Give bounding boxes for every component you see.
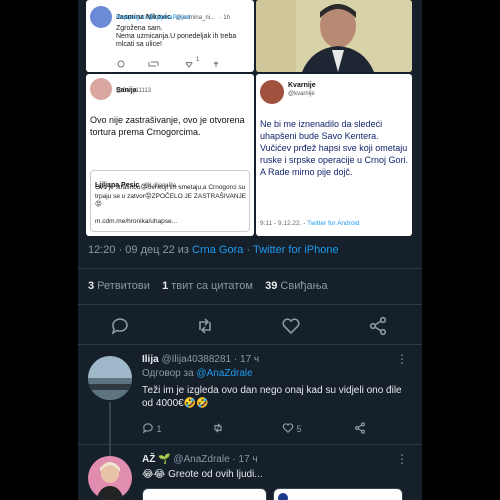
- reply-time: · 17 ч: [229, 454, 258, 465]
- like-icon[interactable]: [281, 316, 301, 336]
- reply-handle[interactable]: @AnaZdrale: [173, 454, 229, 465]
- retweet-button[interactable]: [212, 422, 224, 434]
- embedded-author: Kvarnije: [288, 82, 316, 89]
- reply-handle[interactable]: @Ilija40388281: [161, 354, 231, 365]
- tweet-client-link[interactable]: Twitter for iPhone: [253, 244, 339, 256]
- tweet-action-bar: [78, 316, 422, 336]
- divider: [78, 304, 422, 305]
- embedded-photo: [256, 0, 412, 72]
- embedded-handle: @Sany11113: [116, 88, 152, 94]
- tweet-location-link[interactable]: Crna Gora: [192, 244, 243, 256]
- reply-action-bar: 1 5: [142, 422, 402, 438]
- embedded-text-2: Nema uzmicanja.U ponedeljak ih treba: [116, 33, 237, 40]
- embedded-tweet-sanija: Sanija @Sany11113 Ovo nije zastrašivanje…: [86, 74, 254, 236]
- reply-icon[interactable]: [110, 316, 130, 336]
- reply-button[interactable]: 1: [142, 422, 162, 434]
- more-options-icon[interactable]: ⋮: [396, 452, 408, 466]
- tweet-stats: 3 Ретвитови 1 твит са цитатом 39 Свиђања: [88, 280, 328, 292]
- more-options-icon[interactable]: ⋮: [396, 352, 408, 366]
- quotes-stat[interactable]: 1 твит са цитатом: [162, 280, 253, 292]
- divider: [78, 444, 422, 445]
- tweet-time-date: 12:20 · 09 дец 22 из: [88, 244, 193, 256]
- reply-media-left[interactable]: [142, 488, 267, 500]
- like-icon: [282, 423, 294, 434]
- quote-link: m.cdm.me/hronika/uhapse...: [95, 218, 178, 225]
- embedded-text-1: Zgrožena sam.: [116, 25, 163, 32]
- divider: [78, 268, 422, 269]
- embedded-action-icons: [117, 60, 219, 68]
- embedded-time: 1h: [223, 15, 230, 21]
- embedded-meta-app: Twitter for Android: [307, 220, 360, 227]
- divider: [78, 344, 422, 345]
- reply-author-emoji: 🌱: [158, 454, 171, 465]
- reply-text: Теži im je izgleda ovo dan nego onaj kad…: [142, 385, 402, 409]
- reply-media-right[interactable]: [273, 488, 403, 500]
- embedded-meta-time: 9:11 - 9.12.22. -: [260, 220, 308, 227]
- embedded-tweet-kvarnije: Kvarnije @kvarnije Ne bi me iznenadilo d…: [256, 74, 412, 236]
- meta-separator: ·: [243, 244, 253, 256]
- retweets-stat[interactable]: 3 Ретвитови: [88, 280, 150, 292]
- embedded-text: Ovo nije zastrašivanje, ovo je otvorena …: [90, 115, 245, 137]
- tweet-panel: Jasmina Nikovic @jasmina_ni... · 1h Repl…: [78, 0, 422, 500]
- reply-text: 😂😂 Greote od ovih ljudi...: [142, 469, 263, 480]
- reply-header: AŽ 🌱 @AnaZdrale · 17 ч: [142, 454, 258, 465]
- likes-label: Свиђања: [277, 280, 328, 292]
- reply-author[interactable]: AŽ: [142, 454, 155, 465]
- retweet-icon: [214, 423, 222, 433]
- embedded-actions: 1: [116, 56, 246, 68]
- share-icon[interactable]: [368, 316, 388, 336]
- reply-to-link[interactable]: @AnaZdrale: [196, 368, 252, 379]
- avatar[interactable]: [88, 456, 132, 500]
- reply-to-line: Одговор за @AnaZdrale: [142, 368, 253, 379]
- avatar: [260, 80, 284, 104]
- share-button[interactable]: [354, 422, 366, 434]
- embedded-like-count: 1: [196, 57, 200, 63]
- reply-to-prefix: Одговор за: [142, 368, 197, 379]
- embedded-text: Ne bi me iznenadilo da sledeći uhapšeni …: [260, 119, 409, 177]
- embedded-replying: Replying to @LjiljanaPesic4: [116, 15, 191, 21]
- embedded-tweet-jasmina: Jasmina Nikovic @jasmina_ni... · 1h Repl…: [86, 0, 254, 72]
- retweet-icon[interactable]: [195, 316, 215, 336]
- embedded-quote: Ljiljana Pesic @LjiljanaPe... Ovo je str…: [90, 170, 250, 232]
- reply-icon: [142, 423, 153, 434]
- reply-author[interactable]: Ilija: [142, 354, 159, 365]
- like-count: 5: [296, 424, 302, 434]
- tweet-timestamp: 12:20 · 09 дец 22 из Crna Gora · Twitter…: [88, 244, 339, 256]
- reply-time: · 17 ч: [231, 354, 260, 365]
- likes-stat[interactable]: 39 Свиђања: [265, 280, 328, 292]
- share-icon: [355, 422, 365, 434]
- avatar: [278, 493, 288, 500]
- quotes-label: твит са цитатом: [168, 280, 253, 292]
- quote-text: Ovo je strasnoo😡Svi koji im smetaju,a Cr…: [95, 184, 247, 208]
- avatar-landscape-image: [88, 356, 132, 400]
- avatar: [90, 78, 112, 100]
- avatar-person-image: [88, 456, 132, 500]
- avatar: [90, 6, 112, 28]
- tweet-media-collage[interactable]: Jasmina Nikovic @jasmina_ni... · 1h Repl…: [86, 0, 412, 236]
- retweets-label: Ретвитови: [94, 280, 150, 292]
- avatar[interactable]: [88, 356, 132, 400]
- embedded-meta: 9:11 - 9.12.22. - Twitter for Android: [260, 220, 360, 227]
- reply-header: Ilija @Ilija40388281 · 17 ч: [142, 354, 259, 365]
- reply-count: 1: [156, 424, 162, 434]
- embedded-text-3: mlcati sa ulice!: [116, 41, 162, 48]
- person-photo-image: [256, 0, 412, 72]
- embedded-handle: @kvarnije: [288, 91, 315, 97]
- like-button[interactable]: 5: [282, 422, 302, 434]
- likes-count: 39: [265, 280, 278, 292]
